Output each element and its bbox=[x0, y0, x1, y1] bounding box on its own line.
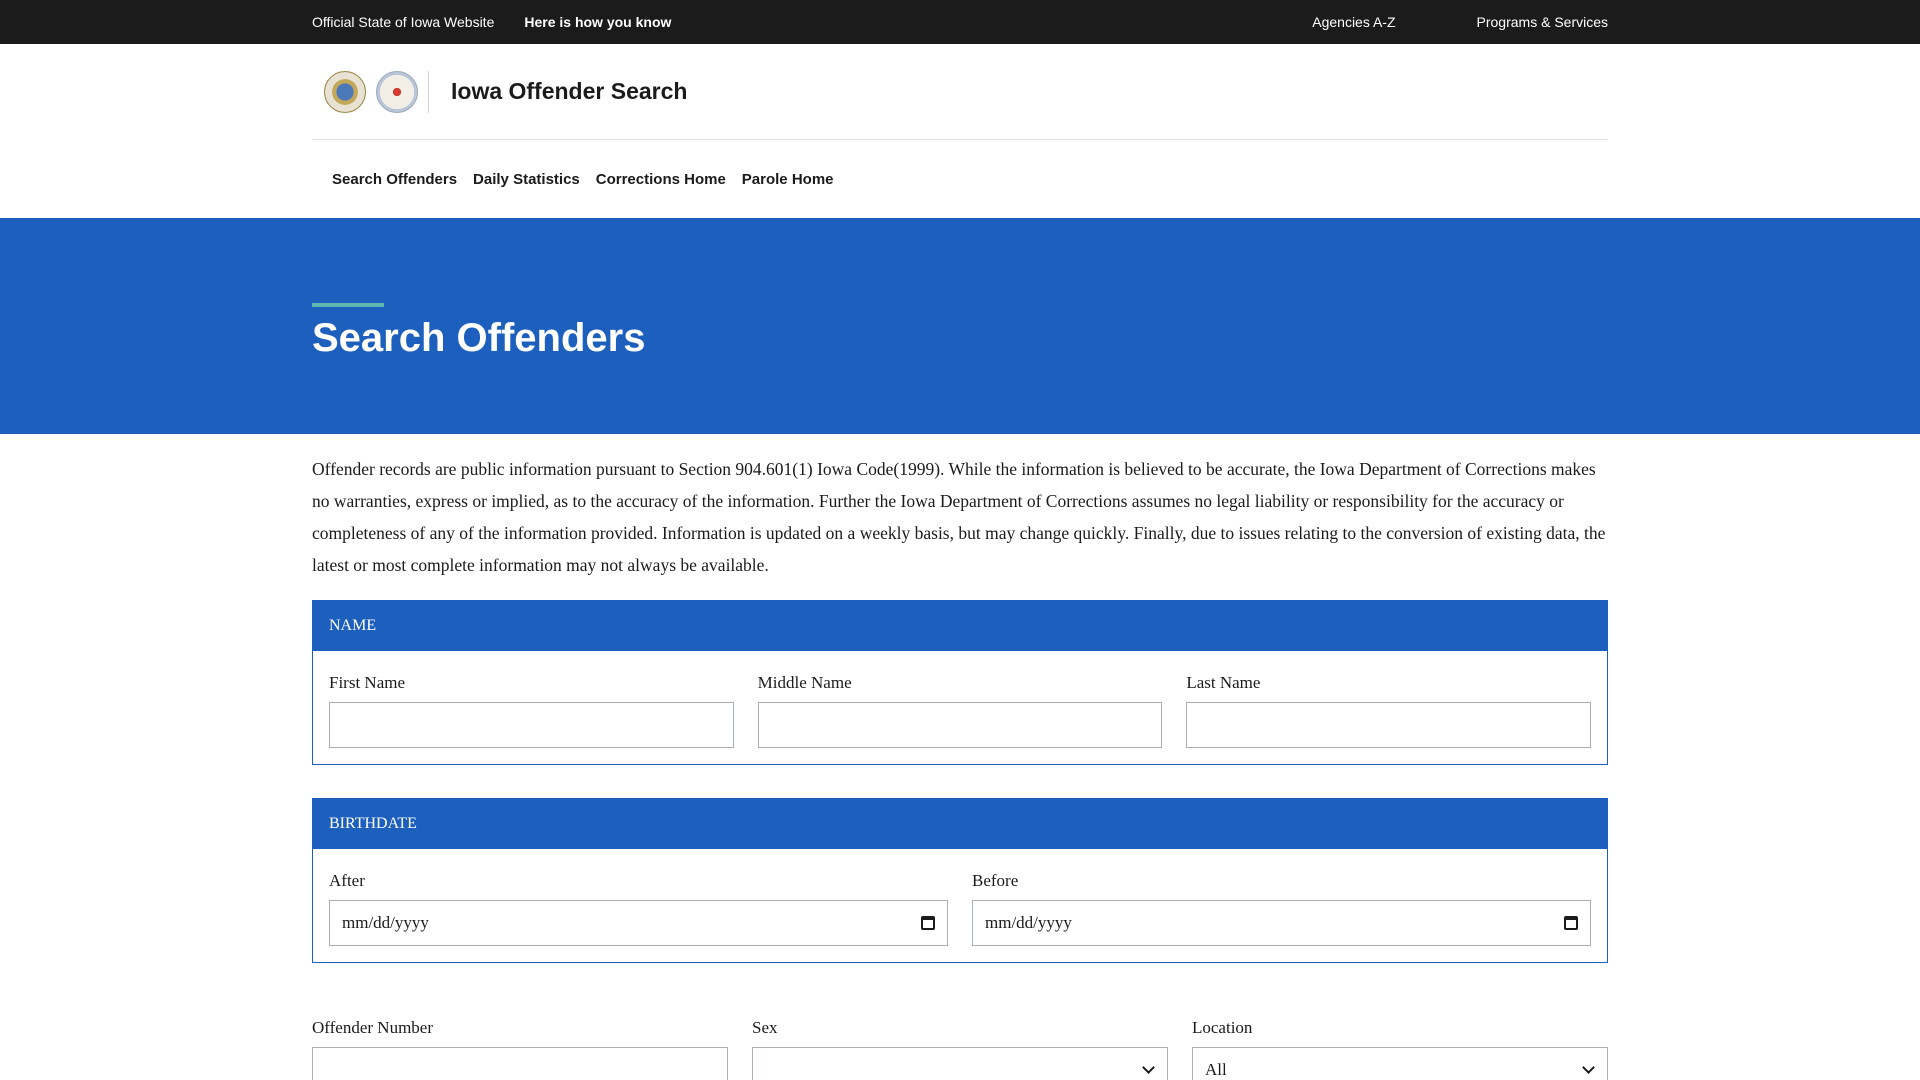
birthdate-section-heading: BIRTHDATE bbox=[313, 799, 1607, 849]
chevron-down-icon bbox=[1142, 1061, 1155, 1074]
sex-label: Sex bbox=[752, 1018, 778, 1037]
disclaimer-text: Offender records are public information … bbox=[312, 459, 1606, 575]
offender-number-label: Offender Number bbox=[312, 1018, 434, 1037]
birthdate-fieldset: BIRTHDATE After mm/dd/yyyy Before mm/dd/… bbox=[312, 798, 1608, 963]
middle-name-input[interactable] bbox=[757, 702, 1163, 748]
nav-search-offenders[interactable]: Search Offenders bbox=[332, 171, 457, 188]
site-title[interactable]: Iowa Offender Search bbox=[451, 78, 687, 105]
corrections-seal-logo[interactable] bbox=[324, 70, 366, 113]
search-form-content: Offender records are public information … bbox=[0, 434, 1920, 1080]
last-name-input[interactable] bbox=[1186, 702, 1592, 748]
location-label: Location bbox=[1192, 1018, 1253, 1037]
filters-row: Offender Number Sex Location All bbox=[312, 1018, 1608, 1080]
state-of-iowa-seal-logo[interactable] bbox=[376, 70, 418, 113]
last-name-label: Last Name bbox=[1186, 673, 1261, 692]
page-hero: Search Offenders bbox=[0, 218, 1920, 434]
name-fieldset: NAME First Name Middle Name Last Name bbox=[312, 600, 1608, 765]
agencies-a-z-link[interactable]: Agencies A-Z bbox=[1312, 14, 1395, 30]
official-site-text: Official State of Iowa Website bbox=[312, 14, 495, 30]
first-name-input[interactable] bbox=[329, 702, 734, 748]
official-site-banner: Official State of Iowa Website Here is h… bbox=[0, 0, 1920, 44]
birthdate-after-label: After bbox=[329, 871, 365, 890]
title-accent-bar bbox=[312, 303, 384, 307]
programs-services-link[interactable]: Programs & Services bbox=[1477, 14, 1608, 30]
location-select[interactable]: All bbox=[1192, 1047, 1608, 1080]
birthdate-after-input[interactable]: mm/dd/yyyy bbox=[329, 900, 948, 946]
calendar-icon[interactable] bbox=[1564, 916, 1578, 930]
location-selected-value: All bbox=[1205, 1060, 1227, 1079]
birthdate-before-label: Before bbox=[972, 871, 1019, 890]
site-header: Iowa Offender Search bbox=[0, 44, 1920, 140]
chevron-down-icon bbox=[1582, 1061, 1595, 1074]
here-is-how-you-know-button[interactable]: Here is how you know bbox=[524, 14, 671, 30]
sex-select[interactable] bbox=[752, 1047, 1168, 1080]
main-nav: Search Offenders Daily Statistics Correc… bbox=[0, 140, 1920, 218]
page-title: Search Offenders bbox=[312, 316, 646, 360]
nav-parole-home[interactable]: Parole Home bbox=[742, 171, 834, 188]
nav-daily-statistics[interactable]: Daily Statistics bbox=[473, 171, 580, 188]
first-name-label: First Name bbox=[329, 673, 406, 692]
middle-name-label: Middle Name bbox=[757, 673, 852, 692]
nav-corrections-home[interactable]: Corrections Home bbox=[596, 171, 726, 188]
birthdate-before-input[interactable]: mm/dd/yyyy bbox=[972, 900, 1591, 946]
name-section-heading: NAME bbox=[313, 601, 1607, 651]
offender-number-input[interactable] bbox=[312, 1047, 728, 1080]
birthdate-after-placeholder: mm/dd/yyyy bbox=[342, 913, 429, 932]
calendar-icon[interactable] bbox=[921, 916, 935, 930]
birthdate-before-placeholder: mm/dd/yyyy bbox=[985, 913, 1072, 932]
logo-divider bbox=[428, 70, 429, 113]
